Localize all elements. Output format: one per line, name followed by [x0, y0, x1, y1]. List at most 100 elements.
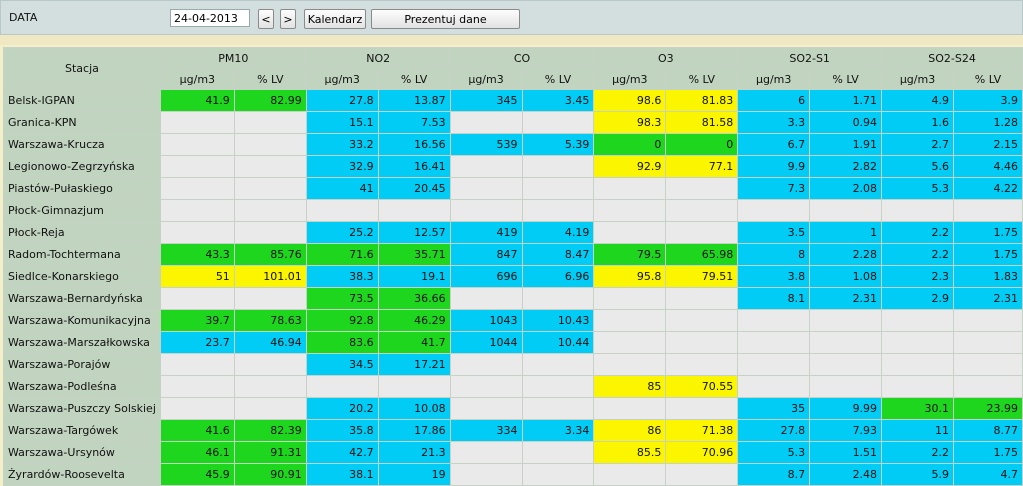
value-cell: [809, 309, 883, 332]
value-cell: 95.8: [593, 265, 667, 288]
value-cell: 38.1: [305, 463, 379, 486]
station-name: Warszawa-Ursynów: [3, 441, 161, 464]
value-cell: 65.98: [665, 243, 739, 266]
value-cell: 6: [737, 89, 811, 112]
table-row: Warszawa-Podleśna 85 70.55: [3, 375, 1023, 398]
value-cell: 86: [593, 419, 667, 442]
lv-percent-header: % LV: [809, 68, 883, 90]
prev-day-button[interactable]: <: [258, 9, 274, 29]
value-cell: 5.39: [521, 133, 595, 156]
value-cell: 78.63: [233, 309, 307, 332]
value-cell: 20.2: [305, 397, 379, 420]
value-cell: 1.75: [952, 243, 1023, 266]
value-cell: 2.28: [809, 243, 883, 266]
value-cell: [593, 353, 667, 376]
value-cell: 8: [737, 243, 811, 266]
value-cell: 19: [377, 463, 451, 486]
value-cell: 1044: [449, 331, 523, 354]
value-cell: [737, 375, 811, 398]
next-day-button[interactable]: >: [280, 9, 296, 29]
value-cell: [449, 441, 523, 464]
value-cell: 79.5: [593, 243, 667, 266]
table-row: Siedlce-Konarskiego 51 101.01 38.3 19.1 696 6.…: [3, 265, 1023, 288]
station-name: Żyrardów-Roosevelta: [3, 463, 161, 486]
value-cell: 46.1: [159, 441, 235, 464]
value-cell: 20.45: [377, 177, 451, 200]
value-cell: 33.2: [305, 133, 379, 156]
table-row: Żyrardów-Roosevelta 45.9 90.91 38.1 19 8.7 2.4…: [3, 463, 1023, 486]
value-cell: [449, 287, 523, 310]
value-cell: 0: [593, 133, 667, 156]
value-cell: [159, 221, 235, 244]
value-cell: [593, 177, 667, 200]
table-row: Płock-Reja 25.2 12.57 419 4.19 3.5 1 2.2 1.75: [3, 221, 1023, 244]
value-cell: 39.7: [159, 309, 235, 332]
value-cell: [449, 375, 523, 398]
present-data-button[interactable]: Prezentuj dane: [371, 9, 520, 29]
value-cell: [521, 155, 595, 178]
station-name: Warszawa-Targówek: [3, 419, 161, 442]
value-cell: 42.7: [305, 441, 379, 464]
value-cell: 3.45: [521, 89, 595, 112]
value-cell: [593, 221, 667, 244]
value-cell: 2.82: [809, 155, 883, 178]
value-cell: [233, 287, 307, 310]
value-cell: [159, 111, 235, 134]
value-cell: [665, 221, 739, 244]
value-cell: [665, 397, 739, 420]
value-cell: 2.15: [952, 133, 1023, 156]
value-cell: 5.3: [881, 177, 954, 200]
separator-strip: [0, 35, 1023, 45]
value-cell: 0.94: [809, 111, 883, 134]
value-cell: [952, 331, 1023, 354]
value-cell: [521, 199, 595, 222]
value-cell: 81.58: [665, 111, 739, 134]
value-cell: [952, 353, 1023, 376]
station-name: Warszawa-Marszałkowska: [3, 331, 161, 354]
value-cell: 90.91: [233, 463, 307, 486]
value-cell: 10.43: [521, 309, 595, 332]
value-cell: [881, 199, 954, 222]
value-cell: [521, 441, 595, 464]
station-name: Granica-KPN: [3, 111, 161, 134]
calendar-button[interactable]: Kalendarz: [304, 9, 366, 29]
value-cell: 3.34: [521, 419, 595, 442]
value-cell: 16.56: [377, 133, 451, 156]
table-row: Warszawa-Komunikacyjna 39.7 78.63 92.8 46.29…: [3, 309, 1023, 332]
value-cell: [952, 199, 1023, 222]
table-row: Warszawa-Krucza 33.2 16.56 539 5.39 0 0 6.7 1.91…: [3, 133, 1023, 156]
value-cell: [593, 331, 667, 354]
value-cell: [665, 463, 739, 486]
value-cell: 4.46: [952, 155, 1023, 178]
value-cell: 1.91: [809, 133, 883, 156]
value-cell: 46.94: [233, 331, 307, 354]
value-cell: 1.75: [952, 221, 1023, 244]
value-cell: [952, 375, 1023, 398]
value-cell: [665, 177, 739, 200]
date-input[interactable]: [170, 9, 250, 27]
unit-header: µg/m3: [305, 68, 379, 90]
value-cell: [737, 309, 811, 332]
value-cell: [233, 353, 307, 376]
value-cell: 2.2: [881, 441, 954, 464]
value-cell: [233, 133, 307, 156]
value-cell: 38.3: [305, 265, 379, 288]
value-cell: 3.9: [952, 89, 1023, 112]
value-cell: 1.28: [952, 111, 1023, 134]
value-cell: 8.7: [737, 463, 811, 486]
value-cell: 41.9: [159, 89, 235, 112]
value-cell: 5.6: [881, 155, 954, 178]
value-cell: 85.76: [233, 243, 307, 266]
value-cell: 79.51: [665, 265, 739, 288]
value-cell: 81.83: [665, 89, 739, 112]
station-name: Radom-Tochtermana: [3, 243, 161, 266]
value-cell: 85.5: [593, 441, 667, 464]
table-row: Warszawa-Puszczy Solskiej 20.2 10.08 35 9.99…: [3, 397, 1023, 420]
value-cell: 4.22: [952, 177, 1023, 200]
value-cell: 98.3: [593, 111, 667, 134]
value-cell: [233, 177, 307, 200]
lv-percent-header: % LV: [521, 68, 595, 90]
station-name: Warszawa-Krucza: [3, 133, 161, 156]
station-name: Piastów-Pułaskiego: [3, 177, 161, 200]
value-cell: 101.01: [233, 265, 307, 288]
